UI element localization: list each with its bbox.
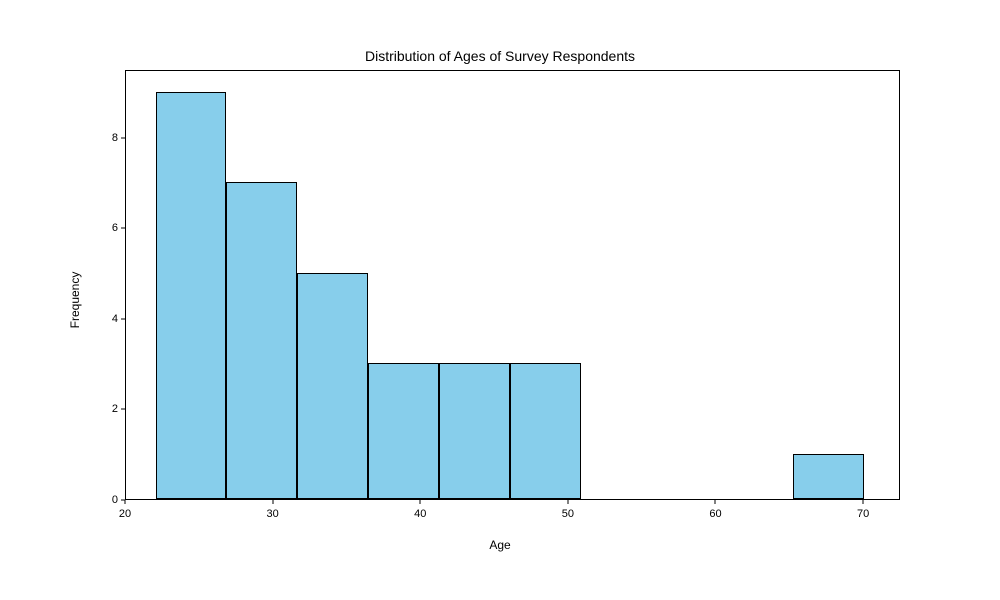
histogram-bar (793, 454, 864, 499)
y-tick-label: 6 (112, 222, 118, 234)
x-tick-label: 40 (414, 508, 426, 520)
x-tick-label: 20 (119, 508, 131, 520)
histogram-bar (439, 363, 510, 499)
x-tick-mark (420, 500, 421, 504)
histogram-bar (156, 92, 227, 499)
y-tick-label: 8 (112, 132, 118, 144)
x-tick-label: 60 (709, 508, 721, 520)
y-tick-label: 4 (112, 313, 118, 325)
x-tick-label: 70 (857, 508, 869, 520)
x-tick-mark (567, 500, 568, 504)
y-tick-label: 2 (112, 403, 118, 415)
bars-container (126, 71, 899, 499)
x-tick-mark (125, 500, 126, 504)
x-axis-label: Age (489, 538, 510, 552)
y-tick-label: 0 (112, 494, 118, 506)
plot-area (125, 70, 900, 500)
histogram-bar (510, 363, 581, 499)
y-tick-mark (121, 137, 125, 138)
y-tick-mark (121, 318, 125, 319)
x-tick-mark (863, 500, 864, 504)
x-tick-mark (715, 500, 716, 504)
x-tick-label: 50 (562, 508, 574, 520)
y-tick-mark (121, 409, 125, 410)
y-axis-label: Frequency (68, 272, 82, 329)
histogram-bar (368, 363, 439, 499)
x-tick-label: 30 (266, 508, 278, 520)
x-tick-mark (272, 500, 273, 504)
chart-title: Distribution of Ages of Survey Responden… (365, 48, 635, 64)
histogram-bar (226, 182, 297, 499)
histogram-bar (297, 273, 368, 499)
y-tick-mark (121, 228, 125, 229)
